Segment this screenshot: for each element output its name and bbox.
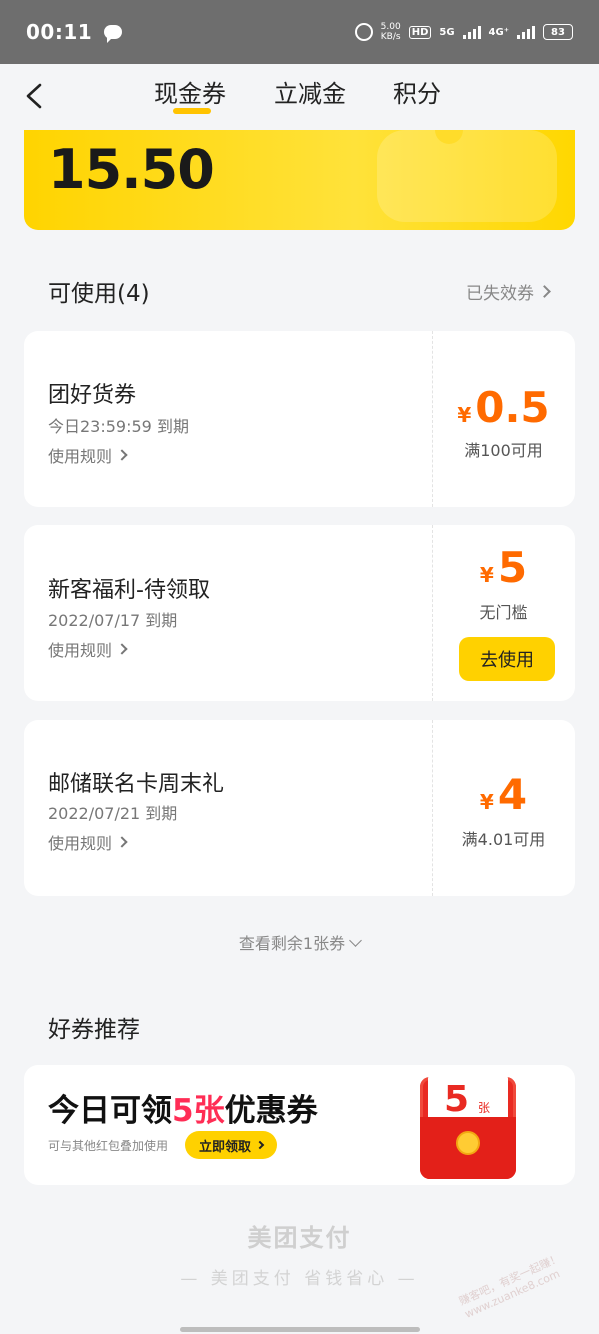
chevron-right-icon [116,643,128,655]
active-tab-indicator [173,108,211,114]
coupon-rules-link[interactable]: 使用规则 [48,830,128,854]
home-indicator[interactable] [180,1327,420,1332]
footer-brand: 美团支付 [247,1224,352,1252]
status-icons: 5.00 KB/s HD 5G 4G⁺ 83 [354,22,573,42]
coupon-condition: 满100可用 [464,441,543,460]
coupon-amount: ¥5 [479,543,528,592]
promo-banner[interactable]: 今日可领5张优惠券 可与其他红包叠加使用 立即领取 5 张 [24,1065,575,1185]
coupon-expiry: 2022/07/21 到期 [48,804,178,823]
coupon-card[interactable]: 新客福利-待领取 2022/07/17 到期 使用规则 ¥5 无门槛 去使用 [24,525,575,701]
balance-card: 15.50 [24,130,575,230]
coupon-expiry: 2022/07/17 到期 [48,611,178,630]
sim2-network: 4G⁺ [488,26,509,38]
coin-icon [456,1131,480,1155]
coupon-card[interactable]: 团好货券 今日23:59:59 到期 使用规则 ¥0.5 满100可用 [24,331,575,507]
coupon-name: 新客福利-待领取 [48,578,210,603]
coupon-name: 邮储联名卡周末礼 [48,772,225,797]
coupon-name: 团好货券 [48,383,137,408]
coupon-rules-link[interactable]: 使用规则 [48,443,128,467]
sim1-network: 5G [439,26,455,38]
tab-bar: 现金券 立减金 积分 [0,64,599,130]
coupon-amount: ¥0.5 [457,383,550,432]
red-packet-icon: 5 张 [420,1073,516,1179]
tab-cash-coupon[interactable]: 现金券 [154,74,226,109]
coupon-expiry: 今日23:59:59 到期 [48,417,189,436]
chevron-right-icon [116,449,128,461]
ticket-decoration-icon [377,130,557,222]
view-remaining-coupons-link[interactable]: 查看剩余1张券 [0,930,599,954]
available-section-title: 可使用(4) [48,281,150,307]
alarm-icon [354,23,373,41]
status-bar: 00:11 5.00 KB/s HD 5G 4G⁺ 83 [0,0,599,64]
clock: 00:11 [26,20,93,44]
signal-icon [517,25,535,39]
coupon-condition: 满4.01可用 [461,830,546,849]
claim-now-button[interactable]: 立即领取 [185,1131,278,1159]
promo-headline: 今日可领5张优惠券 [48,1093,318,1129]
chevron-right-icon [255,1140,265,1150]
use-coupon-button[interactable]: 去使用 [459,637,555,681]
chevron-right-icon [116,836,128,848]
message-notification-icon [104,25,123,43]
chevron-down-icon [349,934,362,947]
coupon-rules-link[interactable]: 使用规则 [48,637,128,661]
tab-instant-discount[interactable]: 立减金 [274,74,346,109]
expired-coupons-link[interactable]: 已失效券 [466,279,551,304]
hd-icon: HD [408,25,432,39]
battery-icon: 83 [543,24,573,40]
promo-subtitle: 可与其他红包叠加使用 [48,1139,169,1153]
network-speed: 5.00 KB/s [380,22,401,42]
nav-header: 现金券 立减金 积分 [0,64,599,130]
coupon-amount: ¥4 [479,770,528,819]
recommend-section-title: 好券推荐 [48,1017,140,1043]
coupon-card[interactable]: 邮储联名卡周末礼 2022/07/21 到期 使用规则 ¥4 满4.01可用 [24,720,575,896]
coupon-condition: 无门槛 [479,603,528,622]
signal-icon [462,25,481,39]
balance-amount: 15.50 [48,138,215,201]
tab-points[interactable]: 积分 [393,74,441,109]
chevron-right-icon [538,285,551,298]
